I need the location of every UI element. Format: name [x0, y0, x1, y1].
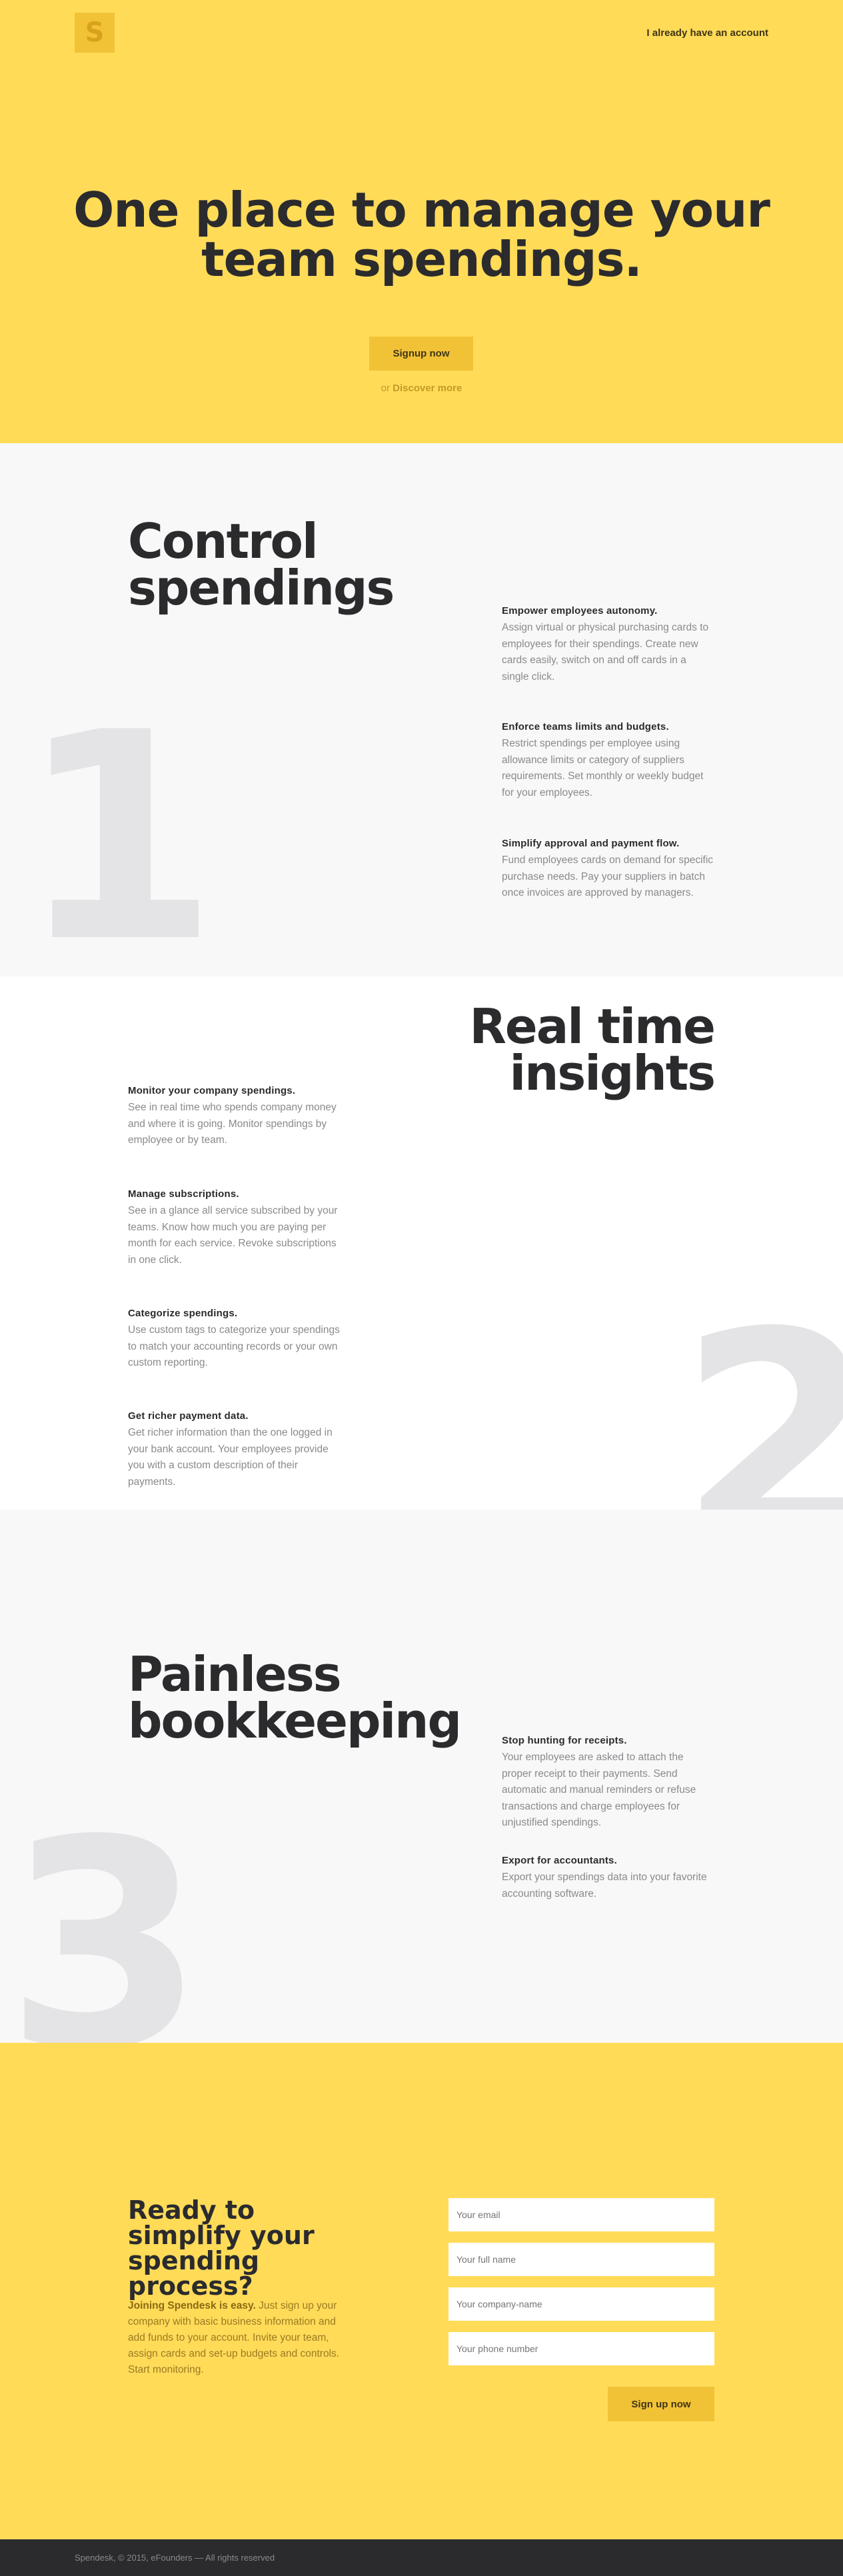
feature-item: Manage subscriptions. See in a glance al… — [128, 1188, 341, 1268]
section-number: 2 — [678, 1272, 843, 1510]
feature-item: Export for accountants. Export your spen… — [502, 1855, 715, 1902]
feature-title: Export for accountants. — [502, 1855, 617, 1866]
feature-text: Restrict spendings per employee using al… — [502, 738, 704, 798]
feature-item: Empower employees autonomy. Assign virtu… — [502, 605, 715, 685]
feature-text: See in a glance all service subscribed b… — [128, 1205, 338, 1266]
feature-text: Your employees are asked to attach the p… — [502, 1752, 696, 1828]
feature-title: Empower employees autonomy. — [502, 605, 658, 617]
feature-item: Get richer payment data. Get richer info… — [128, 1410, 341, 1490]
section-control-spendings: 1 Control spendings Empower employees au… — [0, 443, 843, 976]
cta-lead-bold: Joining Spendesk is easy. — [128, 2300, 256, 2311]
hero-title-line1: One place to manage your — [73, 182, 770, 238]
feature-text: Get richer information than the one logg… — [128, 1427, 333, 1488]
footer: Spendesk, © 2015, eFounders — All rights… — [0, 2539, 843, 2576]
hero-section: S I already have an account One place to… — [0, 0, 843, 443]
footer-copyright: Spendesk, © 2015, eFounders — All rights… — [75, 2553, 275, 2563]
phone-number-field[interactable] — [448, 2332, 714, 2365]
section-real-time-insights: 2 Real time insights Monitor your compan… — [0, 976, 843, 1510]
section-title-line2: bookkeeping — [128, 1693, 462, 1749]
section-number: 1 — [19, 672, 219, 976]
feature-item: Enforce teams limits and budgets. Restri… — [502, 721, 715, 801]
section-title: Control spendings — [128, 517, 395, 612]
feature-title: Stop hunting for receipts. — [502, 1735, 627, 1746]
feature-title: Monitor your company spendings. — [128, 1085, 296, 1096]
feature-title: Get richer payment data. — [128, 1410, 249, 1422]
cta-description: Joining Spendesk is easy. Just sign up y… — [128, 2298, 341, 2378]
feature-item: Simplify approval and payment flow. Fund… — [502, 838, 715, 902]
sign-up-now-button[interactable]: Sign up now — [608, 2387, 714, 2421]
login-link[interactable]: I already have an account — [646, 27, 768, 39]
feature-text: Assign virtual or physical purchasing ca… — [502, 622, 709, 682]
feature-text: See in real time who spends company mone… — [128, 1102, 337, 1146]
feature-title: Categorize spendings. — [128, 1308, 238, 1319]
signup-section: Ready to simplify your spending process?… — [0, 2043, 843, 2539]
feature-item: Categorize spendings. Use custom tags to… — [128, 1308, 341, 1372]
section-title-line2: insights — [509, 1045, 716, 1101]
or-text: or — [381, 383, 390, 394]
section-painless-bookkeeping: 3 Painless bookkeeping Stop hunting for … — [0, 1510, 843, 2043]
feature-item: Stop hunting for receipts. Your employee… — [502, 1735, 715, 1832]
feature-title: Simplify approval and payment flow. — [502, 838, 680, 849]
section-number: 3 — [5, 1780, 205, 2043]
hero-title-line2: team spendings. — [201, 231, 642, 287]
discover-row: or Discover more — [0, 383, 843, 394]
section-title-line2: spendings — [128, 560, 395, 616]
feature-text: Use custom tags to categorize your spend… — [128, 1324, 340, 1368]
full-name-field[interactable] — [448, 2243, 714, 2276]
section-title: Real time insights — [469, 1002, 716, 1097]
feature-item: Monitor your company spendings. See in r… — [128, 1085, 341, 1149]
feature-text: Export your spendings data into your fav… — [502, 1872, 707, 1900]
email-field[interactable] — [448, 2198, 714, 2231]
signup-button[interactable]: Signup now — [369, 337, 473, 371]
logo-letter: S — [85, 17, 105, 48]
feature-title: Enforce teams limits and budgets. — [502, 721, 669, 732]
logo[interactable]: S — [75, 13, 115, 53]
feature-title: Manage subscriptions. — [128, 1188, 239, 1200]
feature-text: Fund employees cards on demand for speci… — [502, 854, 714, 898]
section-title: Painless bookkeeping — [128, 1650, 462, 1745]
company-name-field[interactable] — [448, 2287, 714, 2321]
hero-title: One place to manage your team spendings. — [0, 185, 843, 284]
cta-title: Ready to simplify your spending process? — [128, 2195, 315, 2301]
discover-more-link[interactable]: Discover more — [393, 383, 462, 394]
